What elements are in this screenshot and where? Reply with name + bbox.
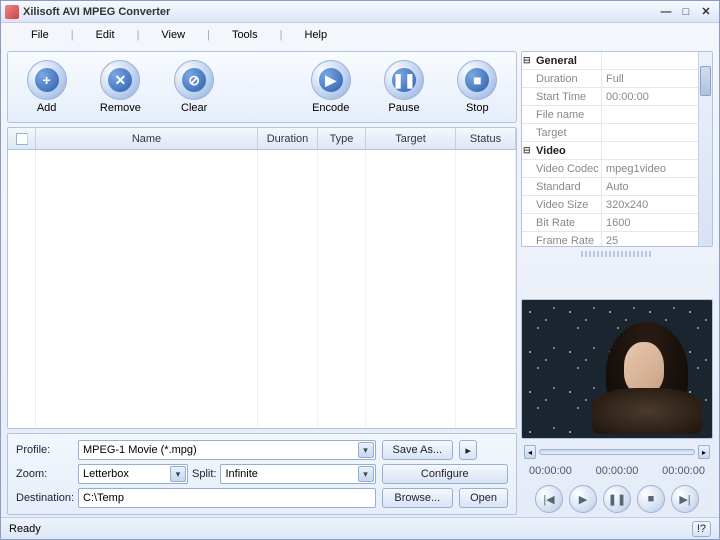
encode-icon: ▶ xyxy=(319,68,343,92)
minimize-button[interactable]: — xyxy=(657,5,675,19)
preview-pane[interactable] xyxy=(521,299,713,439)
profile-label: Profile: xyxy=(16,444,72,456)
pause-icon: ❚❚ xyxy=(392,68,416,92)
prop-vcodec[interactable]: mpeg1video xyxy=(602,160,698,177)
zoom-combo[interactable]: Letterbox▾ xyxy=(78,464,188,484)
clear-button[interactable]: ⊘Clear xyxy=(174,60,214,114)
status-text: Ready xyxy=(9,523,41,535)
app-icon xyxy=(5,5,19,19)
prop-framerate[interactable]: 25 xyxy=(602,232,698,247)
col-duration[interactable]: Duration xyxy=(258,128,318,149)
prop-filename[interactable] xyxy=(602,106,698,123)
dest-input[interactable]: C:\Temp xyxy=(78,488,376,508)
zoom-label: Zoom: xyxy=(16,468,72,480)
time-readout: 00:00:00 00:00:00 00:00:00 xyxy=(521,465,713,477)
menubar: File| Edit| View| Tools| Help xyxy=(1,23,719,47)
properties-panel: General DurationFull Start Time00:00:00 … xyxy=(521,51,713,247)
x-icon: ✕ xyxy=(108,68,132,92)
col-checkbox[interactable] xyxy=(8,128,36,149)
profile-more-button[interactable]: ▸ xyxy=(459,440,477,460)
browse-button[interactable]: Browse... xyxy=(382,488,454,508)
props-video[interactable]: Video xyxy=(522,142,602,159)
clear-icon: ⊘ xyxy=(182,68,206,92)
menu-help[interactable]: Help xyxy=(294,27,337,43)
maximize-button[interactable]: □ xyxy=(677,5,695,19)
grid-body[interactable] xyxy=(8,150,516,428)
main-toolbar: +Add ✕Remove ⊘Clear ▶Encode ❚❚Pause ■Sto… xyxy=(7,51,517,123)
mark-out-button[interactable]: ▸ xyxy=(698,445,710,459)
titlebar: Xilisoft AVI MPEG Converter — □ ✕ xyxy=(1,1,719,23)
help-button[interactable]: !? xyxy=(692,521,711,537)
chevron-down-icon[interactable]: ▾ xyxy=(358,442,374,458)
player-pause-button[interactable]: ❚❚ xyxy=(603,485,631,513)
prop-bitrate[interactable]: 1600 xyxy=(602,214,698,231)
next-button[interactable]: ▶| xyxy=(671,485,699,513)
chevron-down-icon[interactable]: ▾ xyxy=(170,466,186,482)
prop-standard[interactable]: Auto xyxy=(602,178,698,195)
remove-button[interactable]: ✕Remove xyxy=(100,60,141,114)
timeline: ◂ ▸ xyxy=(521,443,713,461)
col-target[interactable]: Target xyxy=(366,128,456,149)
play-button[interactable]: ▶ xyxy=(569,485,597,513)
saveas-button[interactable]: Save As... xyxy=(382,440,454,460)
menu-file[interactable]: File xyxy=(21,27,59,43)
prop-vsize[interactable]: 320x240 xyxy=(602,196,698,213)
close-button[interactable]: ✕ xyxy=(697,5,715,19)
add-button[interactable]: +Add xyxy=(27,60,67,114)
seek-slider[interactable] xyxy=(539,449,695,455)
split-combo[interactable]: Infinite▾ xyxy=(220,464,375,484)
chevron-down-icon[interactable]: ▾ xyxy=(358,466,374,482)
col-name[interactable]: Name xyxy=(36,128,258,149)
window-title: Xilisoft AVI MPEG Converter xyxy=(23,6,655,18)
splitter-handle[interactable] xyxy=(581,251,653,257)
open-button[interactable]: Open xyxy=(459,488,508,508)
mark-in-button[interactable]: ◂ xyxy=(524,445,536,459)
encode-button[interactable]: ▶Encode xyxy=(311,60,351,114)
menu-tools[interactable]: Tools xyxy=(222,27,268,43)
grid-header: Name Duration Type Target Status xyxy=(8,128,516,150)
col-type[interactable]: Type xyxy=(318,128,366,149)
prop-starttime[interactable]: 00:00:00 xyxy=(602,88,698,105)
settings-panel: Profile: MPEG-1 Movie (*.mpg)▾ Save As..… xyxy=(7,433,517,515)
prop-target[interactable] xyxy=(602,124,698,141)
statusbar: Ready !? xyxy=(1,517,719,539)
plus-icon: + xyxy=(35,68,59,92)
pause-button[interactable]: ❚❚Pause xyxy=(384,60,424,114)
configure-button[interactable]: Configure xyxy=(382,464,508,484)
player-controls: |◀ ▶ ❚❚ ■ ▶| xyxy=(521,481,713,515)
dest-label: Destination: xyxy=(16,492,72,504)
file-grid[interactable]: Name Duration Type Target Status xyxy=(7,127,517,429)
prop-duration[interactable]: Full xyxy=(602,70,698,87)
profile-combo[interactable]: MPEG-1 Movie (*.mpg)▾ xyxy=(78,440,376,460)
menu-view[interactable]: View xyxy=(151,27,195,43)
col-status[interactable]: Status xyxy=(456,128,516,149)
stop-button[interactable]: ■Stop xyxy=(457,60,497,114)
player-stop-button[interactable]: ■ xyxy=(637,485,665,513)
app-window: Xilisoft AVI MPEG Converter — □ ✕ File| … xyxy=(0,0,720,540)
props-general[interactable]: General xyxy=(522,52,602,69)
menu-edit[interactable]: Edit xyxy=(86,27,125,43)
split-label: Split: xyxy=(192,468,216,480)
stop-icon: ■ xyxy=(465,68,489,92)
prev-button[interactable]: |◀ xyxy=(535,485,563,513)
props-scrollbar[interactable] xyxy=(698,52,712,246)
